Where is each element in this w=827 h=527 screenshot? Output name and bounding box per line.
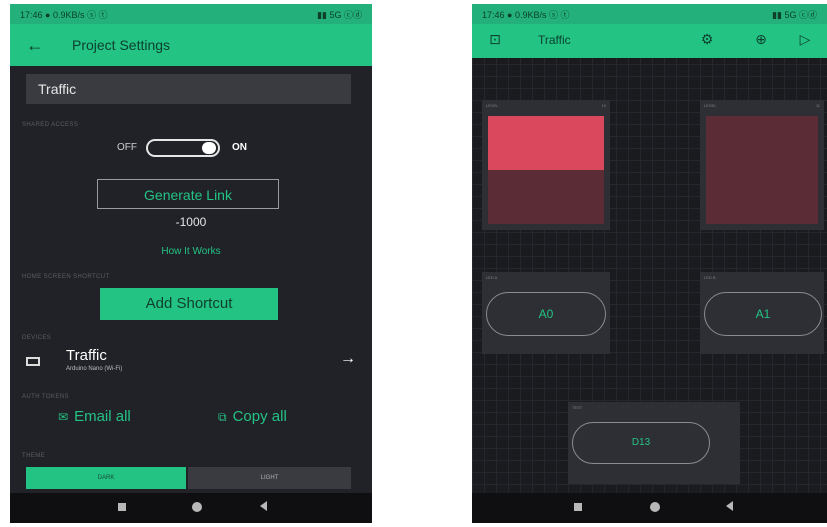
widget-value-label: 11 (815, 103, 820, 108)
email-all-label: Email all (74, 408, 131, 425)
project-settings-screen: 17:46 ● 0.9KB/s ⓢ ⓣ ▮▮ 5G ⓒⓓ ← Project S… (10, 4, 372, 523)
dashboard-screen: 17:46 ● 0.9KB/s ⓢ ⓣ ▮▮ 5G ⓒⓓ ⊡ Traffic ⚙… (472, 4, 827, 523)
home-icon[interactable] (192, 502, 202, 512)
section-label-auth: AUTH TOKENS (22, 394, 69, 400)
section-label-theme: THEME (22, 453, 45, 459)
system-nav-bar (472, 493, 827, 523)
widget-label: LEVEL (704, 103, 717, 108)
email-icon: ✉ (58, 410, 69, 424)
exit-icon[interactable]: ⊡ (486, 30, 504, 48)
toggle-on-label: ON (232, 142, 247, 153)
device-icon (26, 357, 40, 366)
status-left: 17:46 ● 0.9KB/s ⓢ ⓣ (20, 9, 108, 20)
status-left: 17:46 ● 0.9KB/s ⓢ ⓣ (482, 9, 570, 20)
widget-label: LEVEL (486, 103, 499, 108)
widget-label: LED A (486, 275, 498, 280)
recents-icon[interactable] (118, 503, 126, 511)
copy-all-label: Copy all (232, 408, 287, 425)
button-widget-a0: LED A A0 (482, 272, 610, 354)
app-bar: ← Project Settings (10, 24, 372, 66)
arrow-right-icon[interactable]: → (340, 350, 356, 368)
device-name: Traffic (66, 347, 107, 364)
device-row[interactable]: Traffic Arduino Nano (Wi-Fi) → (10, 344, 372, 382)
toggle-off-label: OFF (117, 142, 137, 153)
level-bar-background (706, 116, 818, 224)
widget-label: LED B (704, 275, 716, 280)
counter-value: -1000 (175, 215, 207, 229)
share-toggle[interactable] (146, 139, 220, 157)
theme-dark-option[interactable]: DARK (26, 467, 186, 489)
level-widget-2[interactable]: LEVEL 11 (700, 100, 824, 230)
generate-link-button[interactable]: Generate Link (97, 179, 279, 209)
project-name-input[interactable]: Traffic (26, 74, 351, 104)
dashboard-title: Traffic (538, 33, 571, 47)
home-icon[interactable] (650, 502, 660, 512)
add-shortcut-button[interactable]: Add Shortcut (100, 288, 278, 320)
status-right: ▮▮ 5G ⓒⓓ (317, 9, 362, 20)
widget-label: TEST (572, 405, 583, 410)
widget-value-label: 10 (601, 103, 606, 108)
back-icon[interactable] (726, 501, 733, 511)
status-right: ▮▮ 5G ⓒⓓ (772, 9, 817, 20)
status-bar: 17:46 ● 0.9KB/s ⓢ ⓣ ▮▮ 5G ⓒⓓ (10, 4, 372, 24)
copy-all-button[interactable]: ⧉ Copy all (218, 408, 287, 425)
add-widget-icon[interactable]: ⊕ (752, 30, 770, 48)
device-subtitle: Arduino Nano (Wi-Fi) (66, 366, 123, 372)
email-all-button[interactable]: ✉ Email all (58, 408, 131, 425)
settings-icon[interactable]: ⚙ (698, 30, 716, 48)
d13-button[interactable]: D13 (572, 422, 710, 464)
section-label-share: SHARED ACCESS (22, 122, 79, 128)
section-label-devices: DEVICES (22, 335, 52, 341)
arrow-left-icon[interactable]: ← (26, 35, 44, 56)
app-bar: ⊡ Traffic ⚙ ⊕ ▷ (472, 24, 827, 58)
a1-button[interactable]: A1 (704, 292, 822, 336)
copy-icon: ⧉ (218, 410, 227, 424)
level-bar-fill (488, 116, 604, 170)
button-widget-d13: TEST D13 (568, 402, 740, 484)
share-toggle-row: OFF ON (10, 137, 372, 161)
level-widget-1[interactable]: LEVEL 10 (482, 100, 610, 230)
how-it-works-link[interactable]: How It Works (10, 246, 372, 257)
system-nav-bar (10, 493, 372, 523)
theme-light-option[interactable]: LIGHT (188, 467, 351, 489)
page-title: Project Settings (72, 37, 171, 53)
button-widget-a1: LED B A1 (700, 272, 824, 354)
back-icon[interactable] (260, 501, 267, 511)
a0-button[interactable]: A0 (486, 292, 606, 336)
recents-icon[interactable] (574, 503, 582, 511)
status-bar: 17:46 ● 0.9KB/s ⓢ ⓣ ▮▮ 5G ⓒⓓ (472, 4, 827, 24)
section-label-shortcut: HOME SCREEN SHORTCUT (22, 274, 110, 280)
toggle-knob (202, 142, 216, 154)
play-icon[interactable]: ▷ (796, 30, 814, 48)
